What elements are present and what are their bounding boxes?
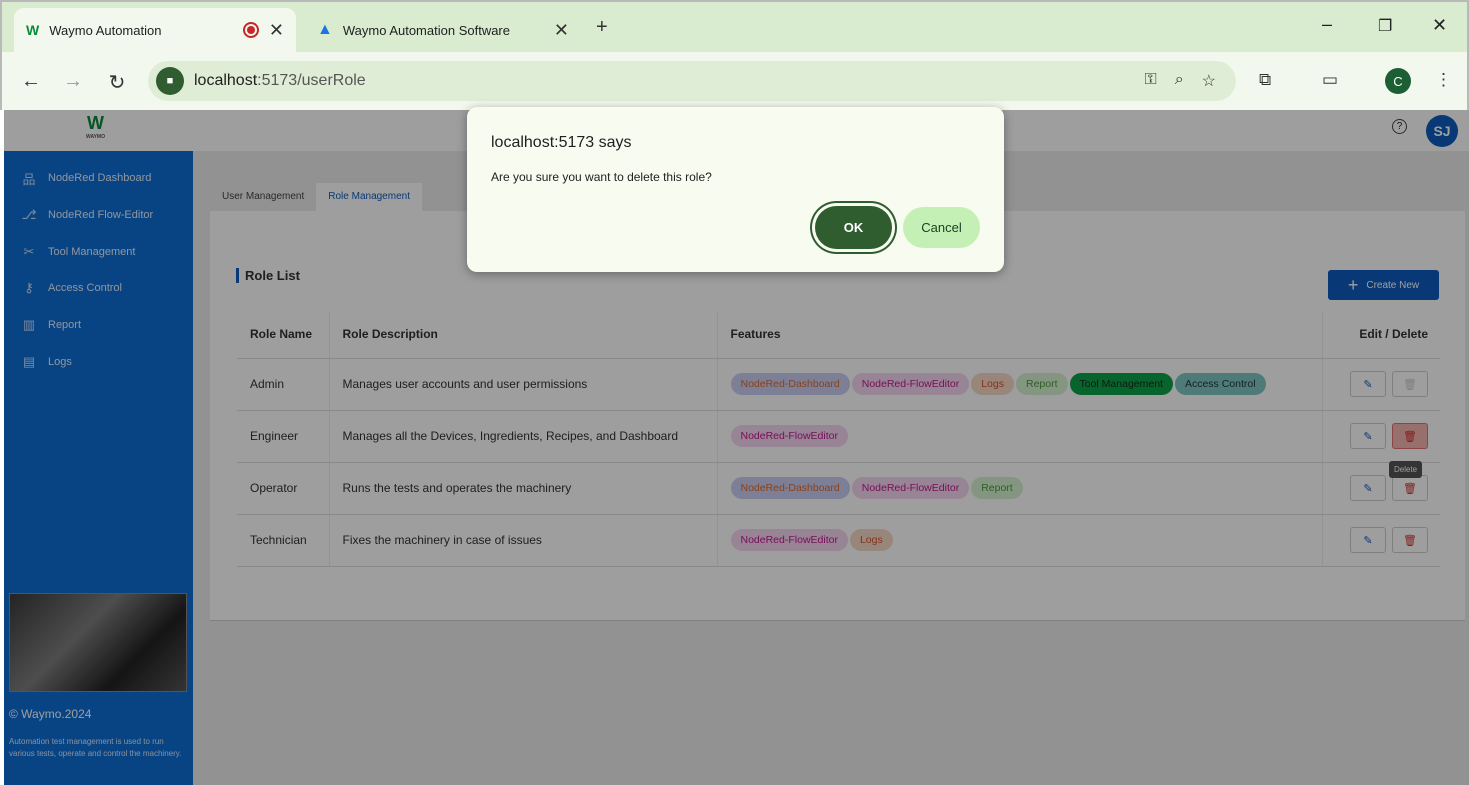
forward-icon[interactable]: → <box>61 70 85 93</box>
reload-icon[interactable]: ↻ <box>105 70 129 95</box>
back-icon[interactable]: ← <box>19 70 43 93</box>
menu-kebab-icon[interactable]: ⋮ <box>1435 70 1452 90</box>
browser-tab[interactable]: ▲ Waymo Automation Software ✕ <box>305 8 581 52</box>
password-key-icon[interactable]: ⚿ <box>1145 71 1157 91</box>
url-text: localhost:5173/userRole <box>194 72 366 89</box>
restore-icon[interactable]: ❐ <box>1378 16 1392 36</box>
address-bar[interactable]: ■ localhost:5173/userRole ⚿ ⌕ ☆ <box>148 61 1236 101</box>
dialog-title: localhost:5173 says <box>491 134 632 151</box>
extensions-icon[interactable]: ⧉ <box>1259 70 1271 90</box>
window-close-icon[interactable]: ✕ <box>1432 15 1447 36</box>
dialog-message: Are you sure you want to delete this rol… <box>491 170 712 184</box>
cancel-button[interactable]: Cancel <box>903 207 980 248</box>
recording-icon <box>242 22 259 38</box>
browser-tab-active[interactable]: W Waymo Automation ✕ <box>14 8 296 52</box>
profile-avatar[interactable]: C <box>1385 68 1411 94</box>
minimize-icon[interactable]: – <box>1322 14 1332 35</box>
app-favicon-icon: ▲ <box>317 21 333 38</box>
tab-search-icon[interactable]: ▭ <box>1322 70 1338 90</box>
ok-button[interactable]: OK <box>815 206 892 249</box>
bookmark-star-icon[interactable]: ☆ <box>1202 71 1216 91</box>
new-tab-icon[interactable]: + <box>596 16 608 39</box>
tab-title: Waymo Automation Software <box>342 22 510 38</box>
zoom-icon[interactable]: ⌕ <box>1175 71 1184 91</box>
tab-title: Waymo Automation <box>49 22 162 38</box>
camera-icon[interactable]: ■ <box>156 67 184 95</box>
waymo-favicon-icon: W <box>26 22 40 38</box>
close-tab-icon[interactable]: ✕ <box>269 20 284 41</box>
close-tab-icon[interactable]: ✕ <box>554 20 569 41</box>
